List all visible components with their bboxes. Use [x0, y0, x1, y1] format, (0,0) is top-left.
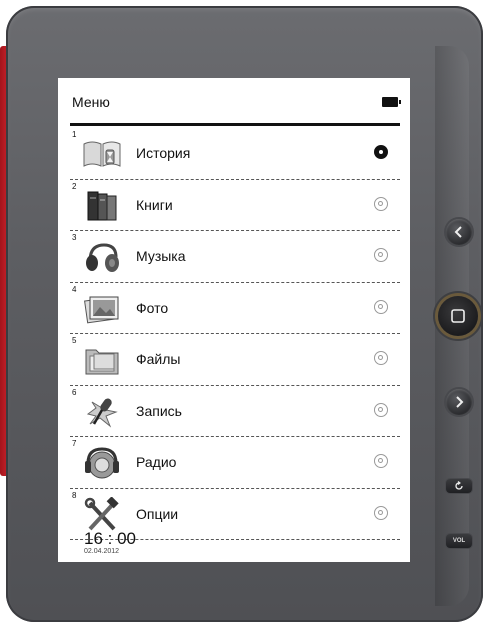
rotate-button[interactable] — [446, 479, 472, 493]
menu-item-files[interactable]: 5 Файлы — [70, 334, 400, 386]
tools-icon — [82, 495, 122, 533]
menu-item-number: 2 — [72, 181, 77, 191]
square-icon — [451, 309, 465, 323]
menu-item-number: 5 — [72, 336, 77, 345]
header-divider — [70, 123, 400, 126]
clock-date: 02.04.2012 — [84, 548, 120, 555]
radio-icon — [374, 196, 388, 211]
folder-icon — [82, 342, 122, 378]
menu-item-history[interactable]: 1 История — [70, 128, 400, 180]
menu-item-number: 3 — [72, 233, 77, 242]
radio-icon — [374, 351, 388, 365]
home-button[interactable] — [438, 296, 478, 336]
history-book-icon — [82, 136, 122, 172]
menu-item-number: 6 — [72, 387, 77, 397]
menu-item-label: Радио — [136, 454, 177, 470]
books-icon — [82, 188, 122, 224]
menu-item-recording[interactable]: 6 Запись — [70, 386, 400, 437]
menu-item-number: 8 — [72, 490, 77, 500]
radio-icon — [82, 445, 122, 481]
radio-icon — [374, 248, 388, 262]
chevron-right-icon — [456, 396, 464, 408]
radio-icon — [374, 505, 388, 520]
main-menu: 1 История 2 Книги 3 Музыка 4 Фото 5 Файл… — [70, 128, 400, 540]
page-back-button[interactable] — [446, 219, 472, 245]
radio-icon — [374, 454, 388, 468]
photo-icon — [82, 291, 122, 327]
microphone-icon — [82, 394, 122, 430]
menu-item-label: Запись — [136, 402, 182, 419]
menu-item-number: 1 — [72, 130, 77, 139]
menu-item-label: Фото — [136, 299, 169, 316]
menu-item-radio[interactable]: 7 Радио — [70, 437, 400, 489]
page-title: Меню — [72, 94, 110, 110]
headphones-icon — [82, 239, 122, 275]
radio-icon — [374, 299, 388, 314]
chevron-left-icon — [454, 226, 462, 238]
menu-item-music[interactable]: 3 Музыка — [70, 231, 400, 283]
menu-item-number: 4 — [72, 284, 77, 294]
menu-item-photo[interactable]: 4 Фото — [70, 283, 400, 334]
battery-icon — [382, 97, 401, 107]
header: Меню — [58, 78, 410, 126]
menu-item-label: История — [136, 145, 191, 161]
menu-item-number: 7 — [72, 439, 77, 448]
volume-button[interactable]: VOL — [446, 534, 472, 548]
rotate-icon — [455, 481, 463, 490]
menu-item-books[interactable]: 2 Книги — [70, 180, 400, 231]
menu-item-label: Музыка — [136, 248, 186, 264]
menu-item-label: Опции — [136, 505, 179, 522]
radio-icon — [374, 402, 388, 417]
page-forward-button[interactable] — [446, 389, 472, 415]
selected-radio-icon — [374, 145, 388, 159]
menu-item-label: Книги — [136, 196, 173, 213]
menu-item-label: Файлы — [136, 351, 181, 367]
screen: Меню 1 История 2 Книги 3 Музыка 4 Фото 5… — [58, 78, 410, 562]
clock-time: 16 : 00 — [84, 529, 136, 548]
